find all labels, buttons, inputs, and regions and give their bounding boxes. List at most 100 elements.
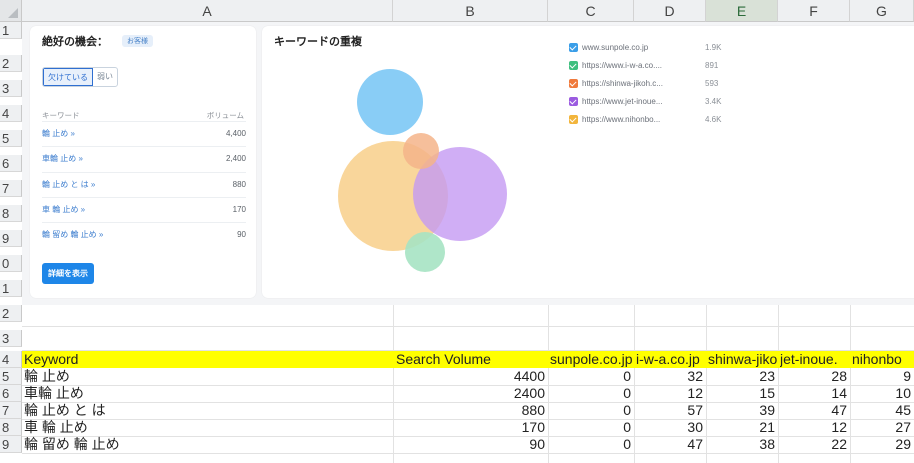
keyword-link[interactable]: 輪 止め »	[42, 128, 75, 139]
cell-volume[interactable]: 2400	[393, 385, 548, 402]
cell-keyword[interactable]: 輪 止め	[24, 368, 393, 385]
row-header[interactable]: 7	[0, 402, 22, 419]
keyword-link[interactable]: 車 輪 止め »	[42, 204, 85, 215]
cell-volume[interactable]: 880	[393, 402, 548, 419]
row-header[interactable]: 6	[0, 155, 22, 172]
header-cell-nihonbo[interactable]: nihonbo	[852, 351, 914, 368]
cell-rank[interactable]: 29	[850, 436, 914, 453]
cell-volume[interactable]: 90	[393, 436, 548, 453]
row-header[interactable]: 0	[0, 255, 22, 272]
cell-keyword[interactable]: 輪 止め と は	[24, 402, 393, 419]
header-cell-sunpole[interactable]: sunpole.co.jp	[550, 351, 634, 368]
cell-rank[interactable]: 15	[706, 385, 778, 402]
cell-rank[interactable]: 0	[548, 368, 634, 385]
cell-rank[interactable]: 38	[706, 436, 778, 453]
cell-rank[interactable]: 30	[634, 419, 706, 436]
toggle-weak[interactable]: 弱い	[93, 68, 117, 86]
row-header[interactable]: 1	[0, 22, 22, 39]
cell-rank[interactable]: 23	[706, 368, 778, 385]
header-cell-jet-inoue[interactable]: jet-inoue.	[780, 351, 850, 368]
cell-rank[interactable]: 57	[634, 402, 706, 419]
row-header[interactable]: 5	[0, 130, 22, 147]
legend-item[interactable]: https://www.nihonbo... 4.6K	[569, 115, 721, 124]
cell-rank[interactable]: 0	[548, 419, 634, 436]
row-header[interactable]: 8	[0, 205, 22, 222]
cell-rank[interactable]: 27	[850, 419, 914, 436]
keyword-row[interactable]: 車輪 止め » 2,400	[42, 146, 246, 169]
cell-rank[interactable]: 22	[778, 436, 850, 453]
header-cell-shinwa[interactable]: shinwa-jikoh	[708, 351, 778, 368]
select-all-corner[interactable]	[0, 0, 22, 22]
cell-rank[interactable]: 0	[548, 385, 634, 402]
legend-item[interactable]: www.sunpole.co.jp 1.9K	[569, 43, 721, 52]
cell-rank[interactable]: 12	[778, 419, 850, 436]
checkbox-icon[interactable]	[569, 61, 578, 70]
row-header[interactable]: 3	[0, 80, 22, 97]
spreadsheet: A B C D E F G 1 2 3 4 5 6 7 8 9 0 1 2 3 …	[0, 0, 914, 463]
checkbox-icon[interactable]	[569, 97, 578, 106]
legend-label: https://www.i-w-a.co....	[582, 61, 663, 70]
keyword-link[interactable]: 輪 留め 輪 止め »	[42, 229, 103, 240]
venn-circle-sunpole	[357, 69, 423, 135]
cell-rank[interactable]: 21	[706, 419, 778, 436]
keyword-row[interactable]: 車 輪 止め » 170	[42, 197, 246, 220]
cell-rank[interactable]: 0	[548, 436, 634, 453]
row-header[interactable]: 8	[0, 419, 22, 436]
toggle-missing[interactable]: 欠けている	[43, 68, 93, 86]
row-header[interactable]: 4	[0, 105, 22, 122]
legend-item[interactable]: https://shinwa-jikoh.c... 593	[569, 79, 718, 88]
keyword-link[interactable]: 車輪 止め »	[42, 153, 83, 164]
row-header[interactable]: 2	[0, 55, 22, 72]
cell-volume[interactable]: 170	[393, 419, 548, 436]
column-header-a[interactable]: A	[22, 0, 393, 22]
volume-value: 880	[232, 179, 246, 189]
keyword-row[interactable]: 輪 止め と は » 880	[42, 172, 246, 195]
header-cell-iwa[interactable]: i-w-a.co.jp	[636, 351, 706, 368]
checkbox-icon[interactable]	[569, 43, 578, 52]
cell-rank[interactable]: 32	[634, 368, 706, 385]
column-header-g[interactable]: G	[850, 0, 914, 22]
checkbox-icon[interactable]	[569, 115, 578, 124]
row-header[interactable]: 2	[0, 305, 22, 322]
badge: お客様	[122, 35, 153, 47]
cell-rank[interactable]: 28	[778, 368, 850, 385]
cell-rank[interactable]: 47	[634, 436, 706, 453]
checkbox-icon[interactable]	[569, 79, 578, 88]
cell-rank[interactable]: 9	[850, 368, 914, 385]
legend-item[interactable]: https://www.jet-inoue... 3.4K	[569, 97, 721, 106]
column-header-d[interactable]: D	[634, 0, 706, 22]
row-header[interactable]: 6	[0, 385, 22, 402]
row-header[interactable]: 9	[0, 436, 22, 453]
legend-value: 4.6K	[705, 115, 722, 124]
view-details-button[interactable]: 詳細を表示	[42, 263, 94, 284]
column-header-f[interactable]: F	[778, 0, 850, 22]
cell-rank[interactable]: 39	[706, 402, 778, 419]
header-cell-search-volume[interactable]: Search Volume	[396, 351, 548, 368]
column-header-b[interactable]: B	[393, 0, 548, 22]
row-header[interactable]: 5	[0, 368, 22, 385]
row-header[interactable]: 4	[0, 351, 22, 368]
row-header[interactable]: 9	[0, 230, 22, 247]
column-header-e[interactable]: E	[706, 0, 778, 22]
keyword-row[interactable]: 輪 留め 輪 止め » 90	[42, 222, 246, 245]
cell-rank[interactable]: 47	[778, 402, 850, 419]
cell-volume[interactable]: 4400	[393, 368, 548, 385]
keyword-row[interactable]: 輪 止め » 4,400	[42, 121, 246, 144]
column-keyword-label: キーワード	[42, 111, 80, 120]
cell-keyword[interactable]: 車 輪 止め	[24, 419, 393, 436]
column-header-c[interactable]: C	[548, 0, 634, 22]
row-header[interactable]: 7	[0, 180, 22, 197]
row-header[interactable]: 3	[0, 330, 22, 347]
cell-rank[interactable]: 12	[634, 385, 706, 402]
row-header[interactable]: 1	[0, 280, 22, 297]
cell-rank[interactable]: 0	[548, 402, 634, 419]
keyword-link[interactable]: 輪 止め と は »	[42, 179, 95, 190]
header-cell-keyword[interactable]: Keyword	[24, 351, 393, 368]
cell-keyword[interactable]: 車輪 止め	[24, 385, 393, 402]
cell-keyword[interactable]: 輪 留め 輪 止め	[24, 436, 393, 453]
legend-item[interactable]: https://www.i-w-a.co.... 891	[569, 61, 718, 70]
cell-rank[interactable]: 45	[850, 402, 914, 419]
cell-rank[interactable]: 10	[850, 385, 914, 402]
gap-toggle[interactable]: 欠けている 弱い	[42, 67, 118, 87]
cell-rank[interactable]: 14	[778, 385, 850, 402]
